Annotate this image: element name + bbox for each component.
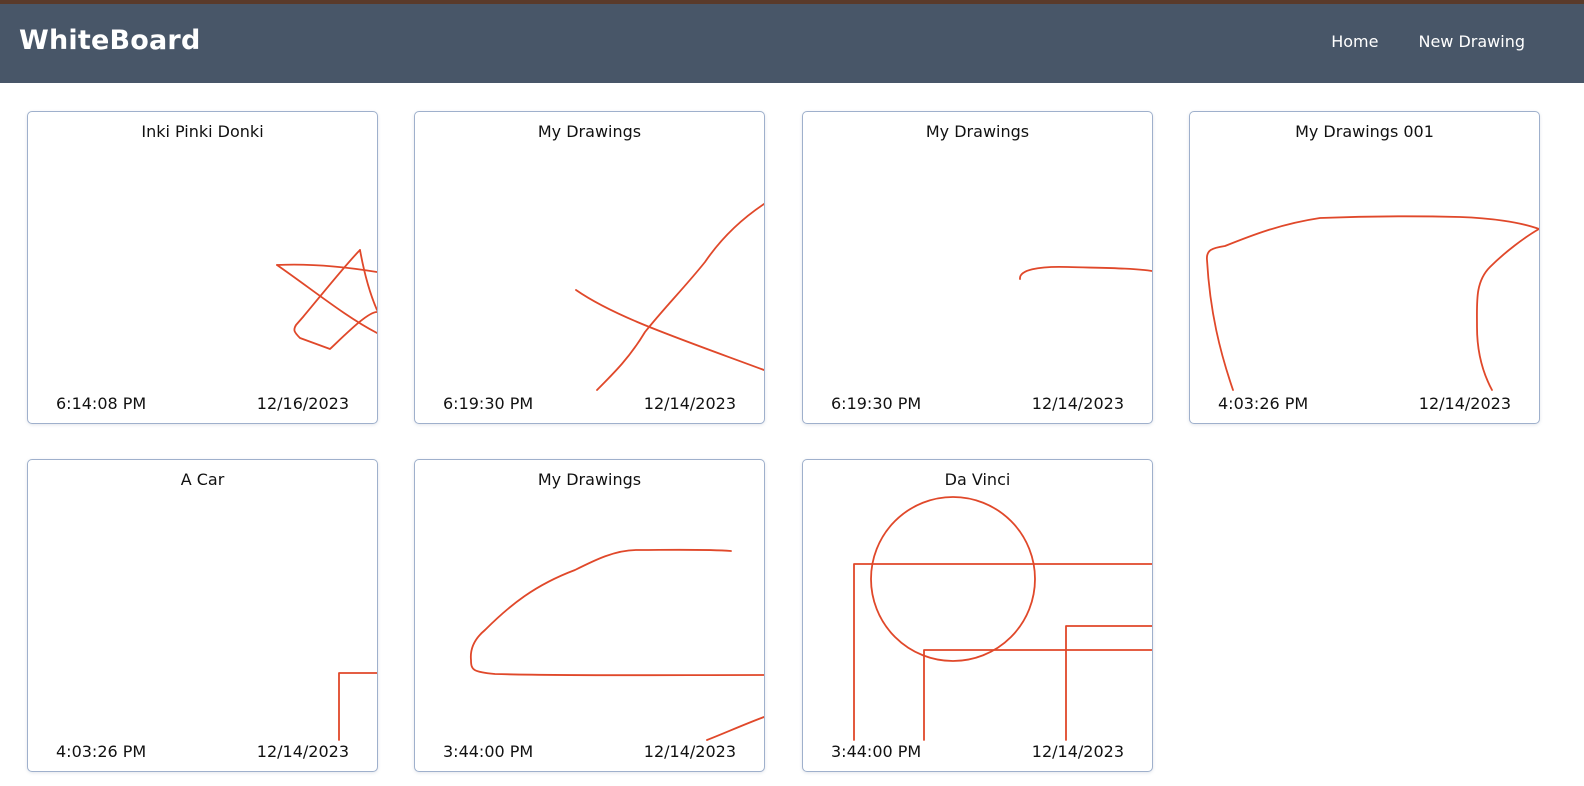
- nav-new-drawing-link[interactable]: New Drawing: [1418, 32, 1525, 51]
- drawing-date: 12/14/2023: [1031, 742, 1124, 761]
- drawing-thumbnail: [276, 249, 377, 350]
- app-brand[interactable]: WhiteBoard: [19, 25, 200, 56]
- drawing-thumbnail: [1206, 215, 1539, 391]
- drawing-time: 3:44:00 PM: [831, 742, 922, 761]
- drawing-time: 6:19:30 PM: [831, 394, 922, 413]
- drawing-title: My Drawings 001: [1295, 122, 1434, 141]
- drawing-title: My Drawings: [537, 122, 642, 141]
- drawing-card[interactable]: Da Vinci 3:44:00 PM 12/14/2023: [802, 459, 1153, 772]
- drawing-title: Da Vinci: [944, 470, 1011, 489]
- drawing-date: 12/16/2023: [256, 394, 349, 413]
- drawing-title: My Drawings: [537, 470, 642, 489]
- drawing-title: A Car: [180, 470, 225, 489]
- drawing-date: 12/14/2023: [643, 394, 736, 413]
- drawing-thumbnail: [1019, 265, 1152, 280]
- drawing-date: 12/14/2023: [643, 742, 736, 761]
- drawing-time: 3:44:00 PM: [443, 742, 534, 761]
- drawing-date: 12/14/2023: [1418, 394, 1511, 413]
- drawing-card[interactable]: My Drawings 3:44:00 PM 12/14/2023: [414, 459, 765, 772]
- drawing-date: 12/14/2023: [256, 742, 349, 761]
- drawing-card[interactable]: My Drawings 6:19:30 PM 12/14/2023: [414, 111, 765, 424]
- drawing-thumbnail: [469, 548, 764, 741]
- drawing-date: 12/14/2023: [1031, 394, 1124, 413]
- nav-links: Home New Drawing: [1331, 32, 1525, 51]
- drawing-title: My Drawings: [925, 122, 1030, 141]
- drawing-thumbnail: [575, 203, 764, 391]
- drawing-card[interactable]: Inki Pinki Donki 6:14:08 PM 12/16/2023: [27, 111, 378, 424]
- nav-home-link[interactable]: Home: [1331, 32, 1378, 51]
- drawing-card[interactable]: My Drawings 001 4:03:26 PM 12/14/2023: [1189, 111, 1540, 424]
- drawing-card[interactable]: My Drawings 6:19:30 PM 12/14/2023: [802, 111, 1153, 424]
- drawing-time: 6:14:08 PM: [56, 394, 147, 413]
- drawing-time: 4:03:26 PM: [1218, 394, 1309, 413]
- drawing-time: 4:03:26 PM: [56, 742, 147, 761]
- drawing-card[interactable]: A Car 4:03:26 PM 12/14/2023: [27, 459, 378, 772]
- navbar: WhiteBoard Home New Drawing: [0, 4, 1584, 83]
- drawing-title: Inki Pinki Donki: [141, 122, 264, 141]
- drawing-thumbnail: [338, 672, 377, 741]
- drawing-time: 6:19:30 PM: [443, 394, 534, 413]
- drawing-thumbnail: [853, 496, 1152, 741]
